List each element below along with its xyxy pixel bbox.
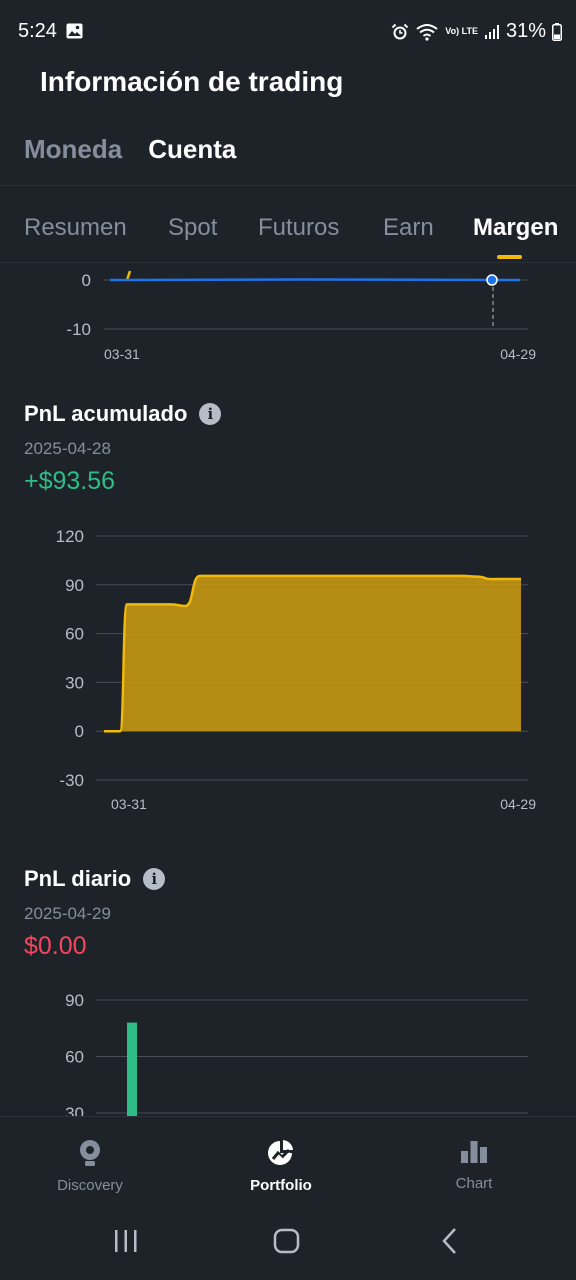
bar-chart-icon [459, 1139, 489, 1169]
cumulative-pnl-chart[interactable]: 120 90 60 30 0 -30 03-31 04-29 [0, 520, 576, 820]
x-tick-end: 04-29 [500, 796, 536, 812]
nav-discovery-label: Discovery [57, 1177, 123, 1194]
area-fill [104, 575, 521, 732]
daily-pnl-value: $0.00 [24, 932, 87, 960]
nav-chart-label: Chart [455, 1175, 493, 1192]
nav-portfolio-label: Portfolio [250, 1177, 312, 1194]
status-bar: 5:24 Vo) LTE 31% [0, 0, 576, 64]
y-tick-label: 120 [56, 527, 84, 546]
y-tick-label: 0 [75, 722, 84, 741]
tab-margen[interactable]: Margen [473, 214, 558, 242]
y-tick-label: 0 [82, 271, 91, 290]
y-tick-label: 60 [65, 625, 84, 644]
cumulative-pnl-date: 2025-04-28 [24, 439, 111, 458]
nav-portfolio[interactable]: Portfolio [211, 1139, 351, 1194]
daily-pnl-chart[interactable]: 90 60 30 [0, 980, 576, 1116]
portfolio-pie-icon [266, 1139, 296, 1171]
status-icons: Vo) LTE 31% [391, 20, 562, 43]
y-tick-label: 30 [65, 673, 84, 692]
tab-moneda[interactable]: Moneda [24, 134, 122, 165]
wifi-icon [415, 23, 439, 41]
crosshair-point [486, 274, 498, 286]
y-tick-label: 90 [65, 991, 84, 1010]
margin-balance-chart[interactable]: 0 -10 03-31 04-29 [0, 263, 576, 373]
cumulative-pnl-label: PnL acumulado [24, 401, 188, 426]
status-time: 5:24 [18, 20, 57, 42]
y-tick-label: -10 [66, 320, 91, 339]
tab-cuenta[interactable]: Cuenta [148, 134, 236, 165]
y-tick-label: 30 [65, 1104, 84, 1116]
x-tick-end: 04-29 [500, 346, 536, 362]
battery-percent: 31% [505, 20, 546, 42]
recent-apps-icon[interactable] [112, 1226, 140, 1261]
series-line-blue [109, 278, 521, 282]
daily-pnl-bar [127, 1022, 137, 1116]
info-icon[interactable]: i [143, 868, 166, 890]
back-icon[interactable] [438, 1226, 462, 1261]
lightbulb-icon [77, 1139, 103, 1171]
sub-tabs: Resumen Spot Futuros Earn Margen [24, 214, 564, 262]
series-line-yellow [125, 270, 132, 281]
y-tick-label: -30 [59, 771, 84, 790]
nav-chart[interactable]: Chart [404, 1139, 544, 1192]
gallery-icon [66, 23, 83, 44]
y-tick-label: 60 [65, 1048, 84, 1067]
nav-discovery[interactable]: Discovery [20, 1139, 160, 1194]
info-icon[interactable]: i [199, 403, 222, 425]
battery-icon [552, 22, 562, 41]
divider [0, 185, 576, 186]
tab-futuros[interactable]: Futuros [258, 214, 339, 242]
alarm-icon [391, 23, 409, 41]
y-tick-label: 90 [65, 576, 84, 595]
page-title: Información de trading [40, 66, 344, 97]
x-tick-start: 03-31 [111, 796, 147, 812]
tab-earn[interactable]: Earn [383, 214, 434, 242]
x-tick-start: 03-31 [104, 346, 140, 362]
active-tab-indicator [497, 255, 522, 259]
volte-indicator: Vo) LTE [445, 26, 478, 36]
tab-spot[interactable]: Spot [168, 214, 217, 242]
daily-pnl-title: PnL diario i [24, 866, 166, 892]
cumulative-pnl-value: +$93.56 [24, 467, 116, 495]
top-tabs: Moneda Cuenta [24, 134, 236, 165]
system-nav-bar [0, 1212, 576, 1280]
tab-resumen[interactable]: Resumen [24, 214, 127, 242]
bottom-nav: Discovery Portfolio Chart [0, 1116, 576, 1212]
signal-icon [484, 24, 500, 40]
home-icon[interactable] [272, 1226, 302, 1261]
cumulative-pnl-title: PnL acumulado i [24, 401, 222, 427]
daily-pnl-label: PnL diario [24, 866, 132, 891]
daily-pnl-date: 2025-04-29 [24, 904, 111, 923]
